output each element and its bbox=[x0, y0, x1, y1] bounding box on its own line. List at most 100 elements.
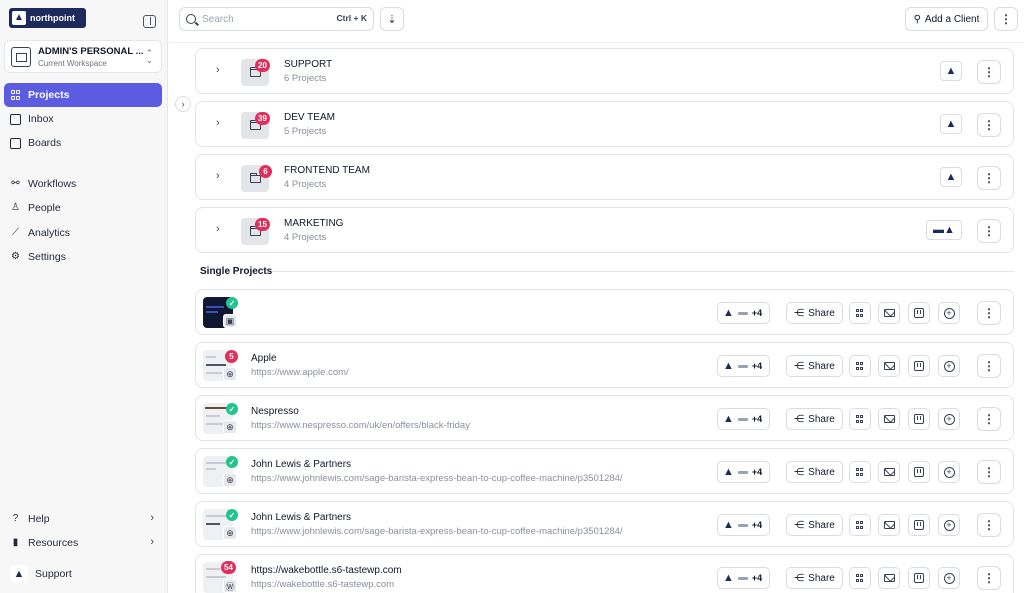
project-more-button[interactable]: ⋮ bbox=[977, 513, 1001, 537]
project-row[interactable]: 5 ⊕ Apple https://www.apple.com/ ▲ +4 ⋲ Sh… bbox=[195, 342, 1014, 388]
sidebar-item-support[interactable]: ▲ Support bbox=[4, 562, 162, 586]
sidebar-item-help[interactable]: ? Help › bbox=[4, 507, 162, 531]
qr-code-button[interactable] bbox=[849, 567, 871, 589]
email-button[interactable] bbox=[878, 355, 900, 377]
members-chip[interactable]: ▲ +4 bbox=[717, 355, 770, 377]
members-chip[interactable]: ▲ +4 bbox=[717, 461, 770, 483]
project-url[interactable]: https://www.johnlewis.com/sage-barista-e… bbox=[251, 526, 623, 537]
qr-code-icon bbox=[855, 520, 865, 530]
project-url[interactable]: https://www.johnlewis.com/sage-barista-e… bbox=[251, 473, 623, 484]
qr-code-button[interactable] bbox=[849, 355, 871, 377]
qr-code-button[interactable] bbox=[849, 408, 871, 430]
project-more-button[interactable]: ⋮ bbox=[977, 460, 1001, 484]
add-button[interactable]: + bbox=[938, 461, 960, 483]
folder-more-button[interactable]: ⋮ bbox=[977, 219, 1001, 243]
qr-code-icon bbox=[855, 467, 865, 477]
add-client-button[interactable]: ⚲ Add a Client bbox=[905, 7, 988, 31]
email-button[interactable] bbox=[878, 461, 900, 483]
email-button[interactable] bbox=[878, 408, 900, 430]
members-chip[interactable]: ▲ +4 bbox=[717, 514, 770, 536]
members-chip[interactable]: ▲ +4 bbox=[717, 408, 770, 430]
workspace-switcher[interactable]: ADMIN'S PERSONAL ... Current Workspace ⌃… bbox=[4, 40, 162, 73]
client-logo-icon[interactable]: ▲ bbox=[940, 114, 962, 134]
chevron-right-icon[interactable]: › bbox=[216, 117, 220, 129]
add-button[interactable]: + bbox=[938, 408, 960, 430]
folder-row[interactable]: › 15 MARKETING 4 Projects ▬▲ ⋮ bbox=[195, 207, 1014, 253]
project-url[interactable]: https://www.nespresso.com/uk/en/offers/b… bbox=[251, 420, 470, 431]
qr-code-button[interactable] bbox=[849, 302, 871, 324]
share-button[interactable]: ⋲ Share bbox=[786, 355, 843, 377]
workspace-icon bbox=[11, 47, 31, 67]
sidebar-item-people[interactable]: ♙ People bbox=[4, 196, 162, 220]
add-button[interactable]: + bbox=[938, 355, 960, 377]
sidebar-item-resources[interactable]: ▮ Resources › bbox=[4, 531, 162, 555]
sidebar-item-workflows[interactable]: ⚯ Workflows bbox=[4, 172, 162, 196]
northpoint-logo[interactable]: ▲ northpoint bbox=[9, 8, 86, 28]
project-row[interactable]: 54 Ⓦ https://wakebottle.s6-tastewp.com h… bbox=[195, 554, 1014, 593]
folder-more-button[interactable]: ⋮ bbox=[977, 166, 1001, 190]
chevron-right-icon[interactable]: › bbox=[216, 170, 220, 182]
sidebar-item-label: People bbox=[28, 202, 61, 214]
project-more-button[interactable]: ⋮ bbox=[977, 301, 1001, 325]
share-button[interactable]: ⋲ Share bbox=[786, 514, 843, 536]
search-input[interactable]: Search Ctrl + K bbox=[179, 7, 374, 31]
qr-code-button[interactable] bbox=[849, 514, 871, 536]
project-row[interactable]: ✓ ⊕ Nespresso https://www.nespresso.com/… bbox=[195, 395, 1014, 441]
email-button[interactable] bbox=[878, 514, 900, 536]
add-button[interactable]: + bbox=[938, 302, 960, 324]
share-button[interactable]: ⋲ Share bbox=[786, 408, 843, 430]
folder-row[interactable]: › 20 SUPPORT 6 Projects ▲ ⋮ bbox=[195, 48, 1014, 94]
expand-panel-button[interactable]: › bbox=[175, 96, 191, 112]
sidebar-item-settings[interactable]: ⚙ Settings bbox=[4, 245, 162, 269]
project-url[interactable]: https://www.apple.com/ bbox=[251, 367, 349, 378]
project-more-button[interactable]: ⋮ bbox=[977, 566, 1001, 590]
folder-more-button[interactable]: ⋮ bbox=[977, 113, 1001, 137]
share-icon: ⋲ bbox=[794, 572, 805, 584]
plus-circle-icon: + bbox=[943, 413, 955, 425]
add-button[interactable]: + bbox=[938, 567, 960, 589]
project-url[interactable]: https://wakebottle.s6-tastewp.com bbox=[251, 579, 394, 590]
board-button[interactable] bbox=[908, 461, 930, 483]
sidebar-item-projects[interactable]: Projects bbox=[4, 83, 162, 107]
client-logo-icon[interactable]: ▲ bbox=[940, 61, 962, 81]
project-more-button[interactable]: ⋮ bbox=[977, 407, 1001, 431]
member-avatar: ▲ bbox=[723, 466, 734, 478]
folder-row[interactable]: › 39 DEV TEAM 5 Projects ▲ ⋮ bbox=[195, 101, 1014, 147]
more-options-button[interactable]: ⋮ bbox=[994, 7, 1018, 31]
project-row[interactable]: ✓ ▣ ▲ +4 ⋲ Share + ⋮ bbox=[195, 289, 1014, 335]
search-shortcut: Ctrl + K bbox=[336, 13, 367, 23]
members-chip[interactable]: ▲ +4 bbox=[717, 567, 770, 589]
share-button[interactable]: ⋲ Share bbox=[786, 302, 843, 324]
project-more-button[interactable]: ⋮ bbox=[977, 354, 1001, 378]
members-extra: +4 bbox=[751, 573, 763, 583]
chevron-right-icon[interactable]: › bbox=[216, 64, 220, 76]
sidebar-item-inbox[interactable]: Inbox bbox=[4, 107, 162, 131]
chevron-right-icon[interactable]: › bbox=[216, 223, 220, 235]
board-button[interactable] bbox=[908, 514, 930, 536]
client-logo-icon[interactable]: ▲ bbox=[940, 167, 962, 187]
client-logo-icon[interactable]: ▬▲ bbox=[926, 220, 962, 240]
sidebar-item-analytics[interactable]: ⟋ Analytics bbox=[4, 221, 162, 245]
project-row[interactable]: ✓ ⊕ John Lewis & Partners https://www.jo… bbox=[195, 448, 1014, 494]
sidebar-item-boards[interactable]: Boards bbox=[4, 131, 162, 155]
share-button[interactable]: ⋲ Share bbox=[786, 461, 843, 483]
globe-icon: ⊕ bbox=[223, 473, 237, 487]
qr-code-button[interactable] bbox=[849, 461, 871, 483]
project-row[interactable]: ✓ ⊕ John Lewis & Partners https://www.jo… bbox=[195, 501, 1014, 547]
sort-button[interactable]: ⇣ bbox=[380, 7, 404, 31]
members-extra: +4 bbox=[751, 308, 763, 318]
sidebar: ▲ northpoint ADMIN'S PERSONAL ... Curren… bbox=[0, 0, 168, 593]
board-button[interactable] bbox=[908, 302, 930, 324]
members-chip[interactable]: ▲ +4 bbox=[717, 302, 770, 324]
email-button[interactable] bbox=[878, 567, 900, 589]
board-button[interactable] bbox=[908, 355, 930, 377]
board-button[interactable] bbox=[908, 567, 930, 589]
email-button[interactable] bbox=[878, 302, 900, 324]
collapse-sidebar-icon[interactable] bbox=[143, 15, 156, 28]
board-button[interactable] bbox=[908, 408, 930, 430]
folder-row[interactable]: › 6 FRONTEND TEAM 4 Projects ▲ ⋮ bbox=[195, 154, 1014, 200]
add-button[interactable]: + bbox=[938, 514, 960, 536]
share-label: Share bbox=[808, 360, 835, 372]
folder-more-button[interactable]: ⋮ bbox=[977, 60, 1001, 84]
share-button[interactable]: ⋲ Share bbox=[786, 567, 843, 589]
